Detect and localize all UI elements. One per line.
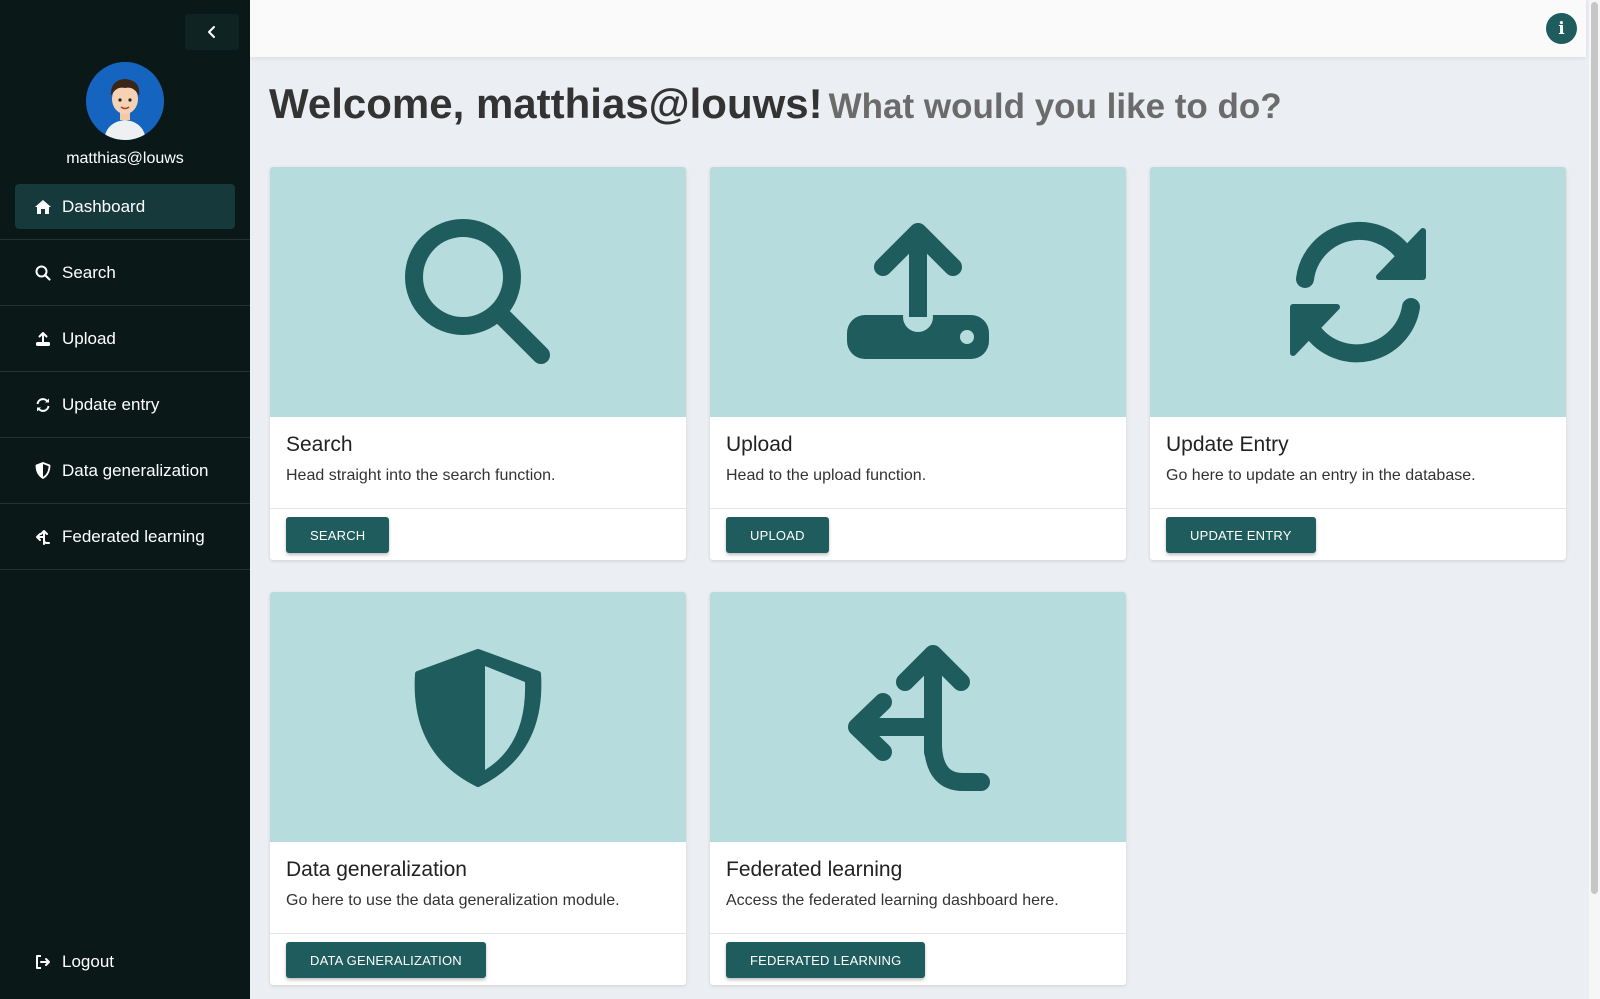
sidebar-item-label: Update entry bbox=[62, 394, 160, 414]
card-upload: Upload Head to the upload function. UPLO… bbox=[710, 167, 1126, 560]
sync-icon bbox=[34, 396, 52, 414]
sidebar-item-label: Search bbox=[62, 262, 116, 282]
card-actions: SEARCH bbox=[270, 508, 686, 560]
sidebar-item-label: Data generalization bbox=[62, 460, 209, 480]
card-title: Upload bbox=[726, 433, 793, 456]
card-title: Data generalization bbox=[286, 858, 467, 881]
page-title: Welcome, matthias@louws! What would you l… bbox=[269, 80, 1282, 128]
card-title: Update Entry bbox=[1166, 433, 1289, 456]
card-update-entry: Update Entry Go here to update an entry … bbox=[1150, 167, 1566, 560]
sidebar-item-update-entry[interactable]: Update entry bbox=[0, 372, 250, 438]
upload-icon bbox=[847, 223, 989, 359]
split-arrow-icon bbox=[34, 528, 52, 546]
chevron-left-icon bbox=[208, 26, 215, 38]
shield-icon bbox=[414, 649, 542, 787]
federated-learning-button[interactable]: FEDERATED LEARNING bbox=[726, 942, 926, 978]
card-title: Search bbox=[286, 433, 353, 456]
sidebar: matthias@louws Dashboard Search Upload U… bbox=[0, 0, 250, 999]
sidebar-item-label: Upload bbox=[62, 328, 116, 348]
collapse-sidebar-button[interactable] bbox=[185, 14, 239, 50]
card-data-generalization: Data generalization Go here to use the d… bbox=[270, 592, 686, 985]
upload-icon bbox=[34, 330, 52, 348]
home-icon bbox=[34, 198, 52, 216]
card-media bbox=[710, 167, 1126, 417]
data-generalization-button[interactable]: DATA GENERALIZATION bbox=[286, 942, 486, 978]
card-federated-learning: Federated learning Access the federated … bbox=[710, 592, 1126, 985]
update-entry-button[interactable]: UPDATE ENTRY bbox=[1166, 517, 1316, 553]
card-description: Go here to update an entry in the databa… bbox=[1166, 467, 1476, 484]
sidebar-nav: Dashboard Search Upload Update entry Dat… bbox=[0, 180, 250, 570]
logout-button[interactable]: Logout bbox=[34, 952, 114, 972]
card-description: Access the federated learning dashboard … bbox=[726, 892, 1059, 909]
card-description: Head straight into the search function. bbox=[286, 467, 556, 484]
card-title: Federated learning bbox=[726, 858, 903, 881]
card-search: Search Head straight into the search fun… bbox=[270, 167, 686, 560]
card-media bbox=[1150, 167, 1566, 417]
search-button[interactable]: SEARCH bbox=[286, 517, 390, 553]
info-icon: i bbox=[1558, 18, 1565, 39]
split-arrow-icon bbox=[848, 645, 990, 791]
card-actions: UPLOAD bbox=[710, 508, 1126, 560]
card-actions: DATA GENERALIZATION bbox=[270, 933, 686, 985]
card-media bbox=[270, 592, 686, 842]
page-subtitle: What would you like to do? bbox=[828, 87, 1282, 126]
sidebar-item-search[interactable]: Search bbox=[0, 240, 250, 306]
upload-button[interactable]: UPLOAD bbox=[726, 517, 829, 553]
sidebar-item-data-generalization[interactable]: Data generalization bbox=[0, 438, 250, 504]
logout-icon bbox=[34, 953, 52, 971]
sidebar-item-upload[interactable]: Upload bbox=[0, 306, 250, 372]
search-icon bbox=[34, 264, 52, 282]
card-media bbox=[270, 167, 686, 417]
search-icon bbox=[405, 219, 550, 364]
top-bar bbox=[250, 0, 1586, 57]
card-media bbox=[710, 592, 1126, 842]
card-description: Go here to use the data generalization m… bbox=[286, 892, 620, 909]
sidebar-item-label: Federated learning bbox=[62, 526, 205, 546]
shield-icon bbox=[34, 462, 52, 480]
logout-label: Logout bbox=[62, 952, 114, 971]
scrollbar-thumb[interactable] bbox=[1591, 2, 1598, 894]
card-actions: FEDERATED LEARNING bbox=[710, 933, 1126, 985]
welcome-text: Welcome, matthias@louws! bbox=[269, 80, 823, 127]
card-actions: UPDATE ENTRY bbox=[1150, 508, 1566, 560]
card-description: Head to the upload function. bbox=[726, 467, 927, 484]
sync-icon bbox=[1290, 221, 1426, 363]
sidebar-item-label: Dashboard bbox=[62, 196, 146, 216]
avatar bbox=[86, 62, 164, 140]
scrollbar[interactable] bbox=[1589, 0, 1600, 999]
sidebar-item-dashboard[interactable]: Dashboard bbox=[0, 180, 250, 240]
sidebar-item-federated-learning[interactable]: Federated learning bbox=[0, 504, 250, 570]
sidebar-username: matthias@louws bbox=[66, 150, 184, 167]
info-button[interactable]: i bbox=[1546, 13, 1577, 44]
